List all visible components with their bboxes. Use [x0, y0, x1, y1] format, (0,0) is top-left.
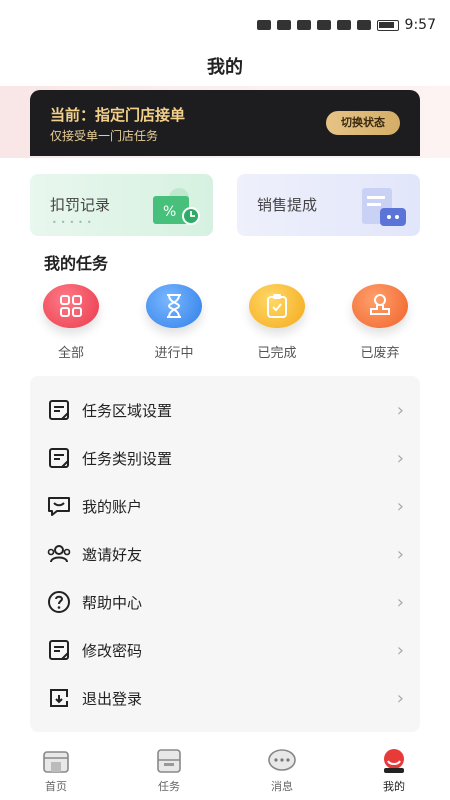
tab-label: 消息 — [271, 780, 293, 793]
tab-label: 首页 — [45, 780, 67, 793]
task-filter-discarded[interactable]: 已废弃 — [345, 284, 415, 361]
menu-label: 修改密码 — [82, 641, 143, 660]
profile-icon — [379, 746, 409, 776]
task-icon — [154, 746, 184, 776]
menu-label: 帮助中心 — [82, 593, 143, 612]
question-icon — [46, 589, 72, 615]
signal-icon-2 — [276, 20, 291, 30]
menu-label: 任务类别设置 — [82, 449, 173, 468]
message-icon — [46, 493, 72, 519]
svg-text:%: % — [163, 204, 176, 220]
task-filter-all[interactable]: 全部 — [36, 284, 106, 361]
task-discarded-label: 已废弃 — [360, 346, 400, 361]
state-card: 当前：指定门店接单 仅接受单一门店任务 切换状态 — [30, 90, 420, 156]
task-in-progress-icon-circle — [146, 284, 202, 328]
chevron-right-icon: › — [396, 687, 404, 709]
tab-mine[interactable]: 我的 — [364, 746, 424, 794]
signal-icon — [256, 20, 271, 30]
tab-bar: 首页 任务 消息 我的 — [0, 740, 450, 800]
note-icon — [46, 637, 72, 663]
sales-commission-label: 销售提成 — [257, 196, 318, 214]
menu-label: 邀请好友 — [82, 545, 143, 564]
note-icon — [46, 397, 72, 423]
tab-messages[interactable]: 消息 — [252, 746, 312, 794]
tab-label: 我的 — [383, 780, 405, 793]
switch-state-button[interactable]: 切换状态 — [326, 111, 400, 135]
task-filter-completed[interactable]: 已完成 — [242, 284, 312, 361]
page-title: 我的 — [207, 57, 243, 78]
hourglass-icon — [167, 294, 181, 318]
chevron-right-icon: › — [396, 399, 404, 421]
menu-item-invite-friends[interactable]: 邀请好友 › — [30, 534, 420, 574]
task-in-progress-label: 进行中 — [154, 346, 194, 361]
task-discarded-icon-circle — [352, 284, 408, 328]
menu-item-task-category[interactable]: 任务类别设置 › — [30, 438, 420, 478]
penalty-record-label: 扣罚记录 — [50, 196, 111, 214]
stamp-icon — [370, 294, 390, 315]
settings-menu: 任务区域设置 › 任务类别设置 › 我的账户 › 邀请好友 › 帮助中心 › 修 — [30, 376, 420, 732]
menu-item-help-center[interactable]: 帮助中心 › — [30, 582, 420, 622]
status-bar: 9:57 — [0, 0, 450, 50]
status-time: 9:57 — [404, 17, 436, 33]
penalty-record-card[interactable]: 扣罚记录 ••••• % — [30, 174, 213, 236]
decor-dots: ••••• — [52, 218, 96, 227]
clipboard-check-icon — [267, 294, 287, 318]
task-all-icon-circle — [43, 284, 99, 328]
logout-icon — [46, 685, 72, 711]
wifi-icon — [296, 20, 311, 30]
nfc-icon — [316, 20, 331, 30]
menu-label: 退出登录 — [82, 689, 143, 708]
state-subtitle: 仅接受单一门店任务 — [50, 129, 159, 143]
task-all-label: 全部 — [57, 346, 84, 361]
menu-item-logout[interactable]: 退出登录 › — [30, 678, 420, 718]
menu-item-task-area[interactable]: 任务区域设置 › — [30, 390, 420, 430]
bluetooth-icon — [356, 20, 371, 30]
state-title: 当前：指定门店接单 — [50, 106, 186, 124]
menu-label: 任务区域设置 — [82, 401, 173, 420]
tab-home[interactable]: 首页 — [26, 746, 86, 794]
sales-commission-card[interactable]: 销售提成 — [237, 174, 420, 236]
tab-label: 任务 — [158, 780, 180, 793]
menu-label: 我的账户 — [82, 497, 143, 516]
grid-icon — [60, 295, 82, 317]
chevron-right-icon: › — [396, 543, 404, 565]
status-right: 9:57 — [256, 17, 436, 33]
chevron-right-icon: › — [396, 639, 404, 661]
task-completed-label: 已完成 — [257, 346, 297, 361]
status-icons — [256, 19, 399, 31]
menu-item-change-password[interactable]: 修改密码 › — [30, 630, 420, 670]
chevron-right-icon: › — [396, 591, 404, 613]
tab-tasks[interactable]: 任务 — [139, 746, 199, 794]
home-icon — [41, 746, 71, 776]
task-completed-icon-circle — [249, 284, 305, 328]
chevron-right-icon: › — [396, 495, 404, 517]
note-icon — [46, 445, 72, 471]
document-chat-icon — [362, 188, 406, 226]
alarm-icon — [336, 20, 351, 30]
battery-icon — [376, 19, 399, 31]
my-tasks-title: 我的任务 — [44, 254, 109, 273]
users-icon — [46, 541, 72, 567]
menu-item-my-account[interactable]: 我的账户 › — [30, 486, 420, 526]
chevron-right-icon: › — [396, 447, 404, 469]
percent-book-icon: % — [153, 188, 200, 225]
chat-icon — [267, 746, 297, 776]
task-filter-in-progress[interactable]: 进行中 — [139, 284, 209, 361]
